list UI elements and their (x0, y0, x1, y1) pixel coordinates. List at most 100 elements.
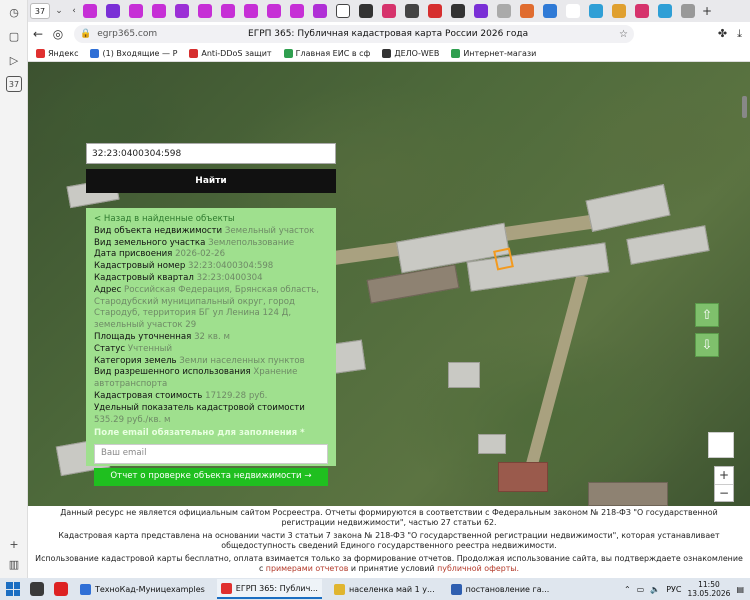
taskbar-window[interactable]: постановление га... (447, 579, 554, 599)
browser-tab-favicon[interactable] (106, 4, 120, 18)
browser-tab-favicon[interactable] (451, 4, 465, 18)
bookmark-favicon-icon (90, 49, 100, 58)
play-icon[interactable]: ▷ (6, 52, 22, 68)
browser-tab-favicon[interactable] (589, 4, 603, 18)
chevron-down-icon[interactable]: ⌄ (53, 6, 65, 16)
browser-tab-favicon[interactable] (129, 4, 143, 18)
footer-disclaimer: Данный ресурс не является официальным са… (60, 508, 718, 527)
scroll-down-button[interactable]: ⇩ (695, 333, 719, 357)
info-row: Вид объекта недвижимости Земельный участ… (94, 226, 328, 238)
layer-toggle-button[interactable] (708, 432, 734, 458)
zoom-in-button[interactable]: + (715, 467, 733, 484)
bookmark-item[interactable]: Главная ЕИС в сф (283, 49, 371, 58)
bookmark-item[interactable]: (1) Входящие — Р (90, 49, 177, 58)
clock[interactable]: 11:50 13.05.2026 (687, 580, 730, 598)
info-label: Кадастровая стоимость (94, 390, 203, 401)
taskbar-app-icon (220, 582, 232, 594)
info-row: Кадастровый квартал 32:23:0400304 (94, 273, 328, 285)
browser-tab-favicon[interactable] (198, 4, 212, 18)
back-to-results-link[interactable]: < Назад в найденные объекты (94, 214, 328, 226)
lock-icon: 🔒 (80, 29, 92, 39)
find-button[interactable]: Найти (86, 169, 336, 193)
browser-tab-favicon[interactable] (152, 4, 166, 18)
bookmark-label: Главная ЕИС в сф (295, 49, 371, 58)
address-bar[interactable]: 🔒 egrp365.com ЕГРП 365: Публичная кадаст… (74, 25, 634, 43)
browser-tab-favicon[interactable] (543, 4, 557, 18)
bookmark-item[interactable]: Интернет-магази (451, 49, 536, 58)
browser-tab-favicon[interactable] (566, 4, 580, 18)
browser-tab-favicon[interactable] (428, 4, 442, 18)
chevron-left-icon[interactable]: ‹ (68, 6, 80, 16)
browser-tab-favicon[interactable] (612, 4, 626, 18)
browser-tab-favicon[interactable] (83, 4, 97, 18)
email-input[interactable]: Ваш email (94, 444, 328, 465)
downloads-icon[interactable]: ⤓ (737, 27, 742, 41)
info-row: Удельный показатель кадастровой стоимост… (94, 403, 328, 427)
browser-tab-favicon[interactable] (382, 4, 396, 18)
collections-icon[interactable]: ▢ (6, 28, 22, 44)
volume-icon[interactable]: 🔈 (650, 585, 660, 594)
browser-tab-favicon[interactable] (681, 4, 695, 18)
browser-tab-favicon[interactable] (635, 4, 649, 18)
add-icon[interactable]: + (6, 536, 22, 552)
tray-chevron-icon[interactable]: ⌃ (624, 585, 631, 594)
start-button[interactable] (6, 582, 20, 596)
scroll-up-button[interactable]: ⇧ (695, 303, 719, 327)
bookmark-favicon-icon (283, 49, 293, 58)
browser-tab-favicon[interactable] (658, 4, 672, 18)
yandex-alice-icon[interactable]: ◎ (48, 27, 68, 41)
tabs-count-icon[interactable]: 37 (6, 76, 22, 92)
browser-tab-favicon[interactable] (244, 4, 258, 18)
zoom-out-button[interactable]: − (715, 483, 733, 502)
notifications-icon[interactable]: ▤ (736, 585, 744, 594)
selected-parcel-outline[interactable] (493, 247, 514, 271)
taskbar-window[interactable]: ТехноКад-Муницexamples (76, 579, 209, 599)
bookmark-item[interactable]: Anti-DDoS защит (189, 49, 272, 58)
taskbar-window[interactable]: населенка май 1 у... (330, 579, 439, 599)
history-icon[interactable]: ◷ (6, 4, 22, 20)
info-row: Кадастровая стоимость 17129.28 руб. (94, 391, 328, 403)
info-label: Удельный показатель кадастровой стоимост… (94, 402, 305, 413)
report-examples-link[interactable]: примерами отчетов (266, 564, 349, 573)
browser-tab-favicon[interactable] (359, 4, 373, 18)
browser-tab-favicon[interactable] (221, 4, 235, 18)
app-icon[interactable] (54, 582, 68, 596)
file-explorer-icon[interactable] (30, 582, 44, 596)
clock-time: 11:50 (698, 580, 720, 589)
windows-taskbar: ТехноКад-Муницexamples ЕГРП 365: Публич..… (0, 578, 750, 600)
browser-tab-favicon[interactable] (520, 4, 534, 18)
footer-legal-basis: Кадастровая карта представлена на основа… (58, 531, 720, 550)
bookmark-item[interactable]: Яндекс (36, 49, 78, 58)
cadastral-search-input[interactable]: 32:23:0400304:598 (86, 143, 336, 164)
new-tab-button[interactable]: + (702, 4, 712, 18)
browser-tab-favicon[interactable] (336, 4, 350, 18)
zoom-control: + − (714, 466, 734, 502)
browser-tab-favicon[interactable] (497, 4, 511, 18)
browser-tab-favicon[interactable] (405, 4, 419, 18)
tab-count-button[interactable]: 37 (30, 3, 50, 19)
browser-tab-favicon[interactable] (290, 4, 304, 18)
panel-icon[interactable]: ▥ (6, 556, 22, 572)
bookmark-favicon-icon (382, 49, 392, 58)
scrollbar-thumb[interactable] (742, 96, 747, 118)
taskbar-window-label: постановление га... (465, 584, 550, 594)
info-label: Вид разрешенного использования (94, 367, 251, 378)
browser-tab-favicon[interactable] (474, 4, 488, 18)
info-row: Вид разрешенного использования Хранение … (94, 367, 328, 391)
taskbar-app-icon (450, 583, 462, 595)
building-roof (588, 482, 668, 506)
browser-tab-favicon[interactable] (313, 4, 327, 18)
language-indicator[interactable]: РУС (666, 585, 681, 594)
bookmark-star-icon[interactable]: ☆ (619, 29, 634, 40)
taskbar-window[interactable]: ЕГРП 365: Публич... (216, 579, 322, 599)
extensions-icon[interactable]: ✤ (718, 27, 727, 41)
network-icon[interactable]: ▭ (637, 585, 645, 594)
info-label: Вид объекта недвижимости (94, 225, 223, 236)
browser-tab-favicon[interactable] (267, 4, 281, 18)
bookmark-item[interactable]: ДЕЛО-WEB (382, 49, 439, 58)
bookmark-label: ДЕЛО-WEB (394, 49, 440, 58)
back-arrow-icon[interactable]: ← (28, 27, 48, 41)
browser-tab-favicon[interactable] (175, 4, 189, 18)
report-button[interactable]: Отчет о проверке объекта недвижимости → (94, 468, 328, 487)
public-offer-link[interactable]: публичной оферты. (437, 564, 519, 573)
